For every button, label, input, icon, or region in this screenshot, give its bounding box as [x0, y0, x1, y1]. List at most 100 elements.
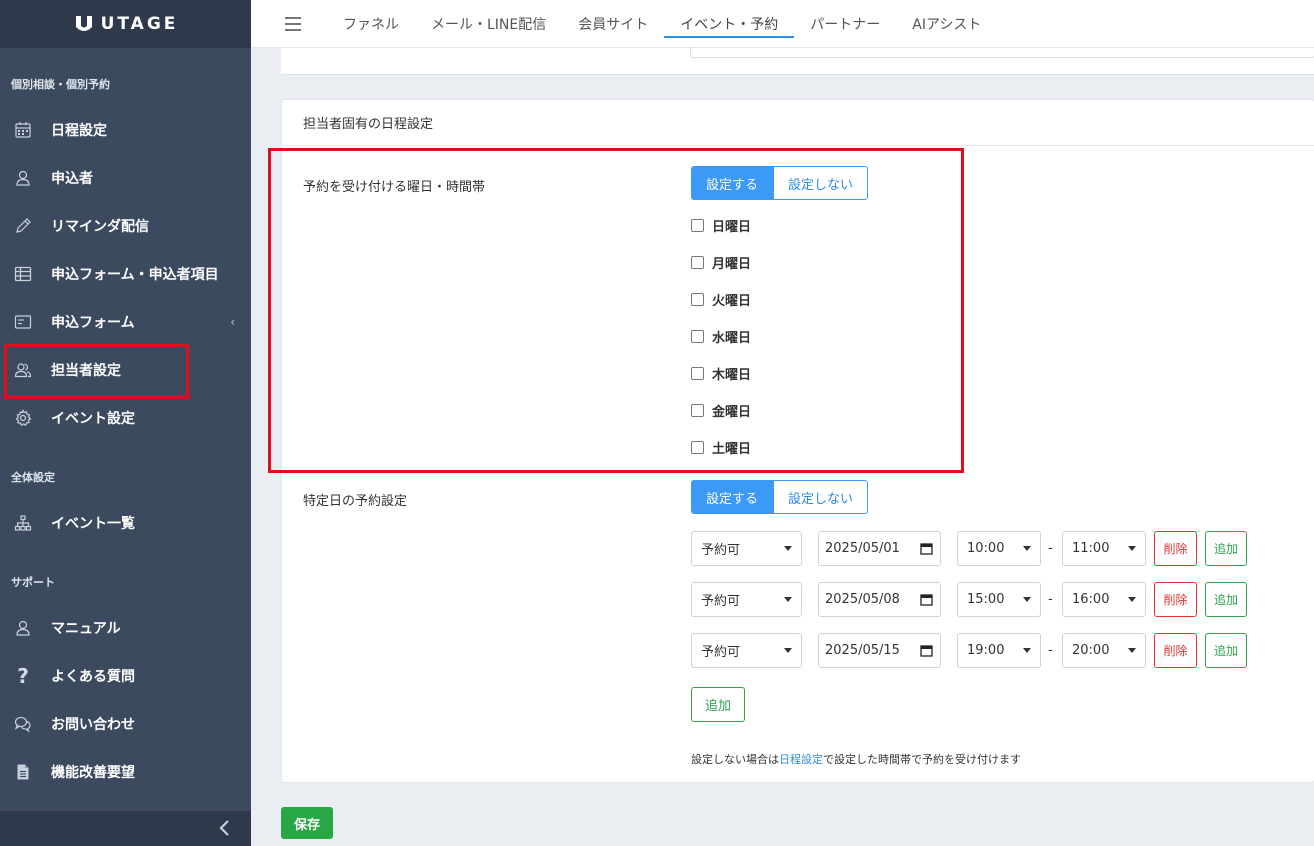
add-row-button[interactable]: 追加 [1205, 582, 1247, 617]
previous-card [281, 47, 1314, 75]
table-icon [14, 265, 32, 283]
calendar-icon[interactable] [920, 593, 933, 606]
delete-button[interactable]: 削除 [1154, 582, 1197, 617]
delete-button[interactable]: 削除 [1154, 531, 1197, 566]
start-time-select[interactable]: 19:00 [957, 633, 1041, 668]
range-dash: - [1048, 541, 1053, 556]
sidebar-item-applicants[interactable]: 申込者 [0, 158, 251, 198]
sidebar-item-staff-settings[interactable]: 担当者設定 [0, 350, 251, 390]
day-label: 土曜日 [712, 442, 752, 457]
status-select[interactable]: 予約可 [691, 633, 802, 668]
day-label: 月曜日 [712, 257, 752, 272]
logo[interactable]: UTAGE [73, 13, 179, 35]
help-note: 設定しない場合は日程設定で設定した時間帯で予約を受け付けます [691, 751, 1021, 767]
day-checkbox-monday[interactable]: 月曜日 [691, 253, 751, 272]
save-button[interactable]: 保存 [281, 807, 333, 839]
sidebar-item-contact[interactable]: お問い合わせ [0, 704, 251, 744]
time-value: 15:00 [967, 592, 1005, 607]
start-time-select[interactable]: 10:00 [957, 531, 1041, 566]
status-value: 予約可 [701, 594, 741, 609]
dropdown-arrow-icon [1128, 648, 1136, 653]
calendar-icon[interactable] [920, 644, 933, 657]
date-input[interactable]: 2025/05/15 [818, 633, 941, 668]
sidebar-item-label: リマインダ配信 [51, 219, 149, 235]
weekday-toggle-on-button[interactable]: 設定する [691, 166, 773, 200]
tab-mail-line[interactable]: メール・LINE配信 [415, 0, 562, 48]
day-checkbox-thursday[interactable]: 木曜日 [691, 364, 751, 383]
date-input[interactable]: 2025/05/08 [818, 582, 941, 617]
checkbox[interactable] [691, 404, 704, 417]
end-time-select[interactable]: 16:00 [1062, 582, 1146, 617]
schedule-settings-link[interactable]: 日程設定 [779, 753, 823, 766]
sidebar-item-label: 申込者 [51, 171, 93, 187]
time-value: 16:00 [1072, 592, 1110, 607]
status-select[interactable]: 予約可 [691, 531, 802, 566]
document-icon [14, 763, 32, 781]
note-text: 設定しない場合は [691, 753, 779, 766]
day-checkbox-wednesday[interactable]: 水曜日 [691, 327, 751, 346]
logo-text: UTAGE [100, 14, 179, 34]
add-date-button[interactable]: 追加 [691, 687, 745, 722]
collapse-sidebar-icon[interactable] [217, 819, 233, 837]
previous-card-field [690, 47, 1314, 58]
weekday-toggle-off-button[interactable]: 設定しない [773, 166, 868, 200]
sidebar-item-reminder[interactable]: リマインダ配信 [0, 206, 251, 246]
time-value: 20:00 [1072, 643, 1110, 658]
day-checkbox-friday[interactable]: 金曜日 [691, 401, 751, 420]
add-row-button[interactable]: 追加 [1205, 633, 1247, 668]
day-checkbox-sunday[interactable]: 日曜日 [691, 216, 751, 235]
delete-button[interactable]: 削除 [1154, 633, 1197, 668]
status-select[interactable]: 予約可 [691, 582, 802, 617]
hamburger-menu-icon[interactable] [285, 16, 301, 31]
top-navigation: ファネル メール・LINE配信 会員サイト イベント・予約 パートナー AIアシ… [251, 0, 1314, 48]
specific-toggle-off-button[interactable]: 設定しない [773, 480, 868, 514]
sidebar-item-feature-request[interactable]: 機能改善要望 [0, 752, 251, 792]
checkbox[interactable] [691, 293, 704, 306]
time-value: 10:00 [967, 541, 1005, 556]
sidebar-item-event-settings[interactable]: イベント設定 [0, 398, 251, 438]
sidebar-item-label: 日程設定 [51, 123, 107, 139]
dropdown-arrow-icon [784, 546, 792, 551]
tab-funnel[interactable]: ファネル [327, 0, 415, 48]
checkbox[interactable] [691, 219, 704, 232]
status-value: 予約可 [701, 645, 741, 660]
sidebar-item-manual[interactable]: マニュアル [0, 608, 251, 648]
sidebar-item-form[interactable]: 申込フォーム ‹ [0, 302, 251, 342]
day-checkbox-saturday[interactable]: 土曜日 [691, 438, 751, 457]
time-value: 11:00 [1072, 541, 1110, 556]
chat-icon [14, 715, 32, 733]
end-time-select[interactable]: 11:00 [1062, 531, 1146, 566]
date-input[interactable]: 2025/05/01 [818, 531, 941, 566]
gear-icon [14, 409, 32, 427]
weekday-toggle: 設定する 設定しない [691, 166, 868, 200]
sidebar-section-title: 全体設定 [11, 471, 55, 484]
calendar-icon[interactable] [920, 542, 933, 555]
date-value: 2025/05/01 [825, 541, 900, 556]
day-label: 木曜日 [712, 368, 752, 383]
tab-event-booking[interactable]: イベント・予約 [664, 0, 795, 48]
add-row-button[interactable]: 追加 [1205, 531, 1247, 566]
checkbox[interactable] [691, 441, 704, 454]
sidebar-item-event-list[interactable]: イベント一覧 [0, 503, 251, 543]
start-time-select[interactable]: 15:00 [957, 582, 1041, 617]
day-checkbox-tuesday[interactable]: 火曜日 [691, 290, 751, 309]
sidebar-item-label: 申込フォーム・申込者項目 [51, 267, 219, 283]
sidebar-item-form-fields[interactable]: 申込フォーム・申込者項目 [0, 254, 251, 294]
checkbox[interactable] [691, 367, 704, 380]
sidebar-section-title: サポート [11, 576, 55, 589]
tab-ai-assist[interactable]: AIアシスト [896, 0, 997, 48]
sidebar-item-schedule[interactable]: 日程設定 [0, 110, 251, 150]
tab-member-site[interactable]: 会員サイト [562, 0, 664, 48]
checkbox[interactable] [691, 330, 704, 343]
specific-toggle-on-button[interactable]: 設定する [691, 480, 773, 514]
tab-partner[interactable]: パートナー [794, 0, 896, 48]
range-dash: - [1048, 643, 1053, 658]
dropdown-arrow-icon [1128, 597, 1136, 602]
logo-bar: UTAGE [0, 0, 251, 48]
checkbox[interactable] [691, 256, 704, 269]
sidebar-item-faq[interactable]: ? よくある質問 [0, 656, 251, 696]
note-text: で設定した時間帯で予約を受け付けます [823, 753, 1021, 766]
time-value: 19:00 [967, 643, 1005, 658]
end-time-select[interactable]: 20:00 [1062, 633, 1146, 668]
date-value: 2025/05/15 [825, 643, 900, 658]
